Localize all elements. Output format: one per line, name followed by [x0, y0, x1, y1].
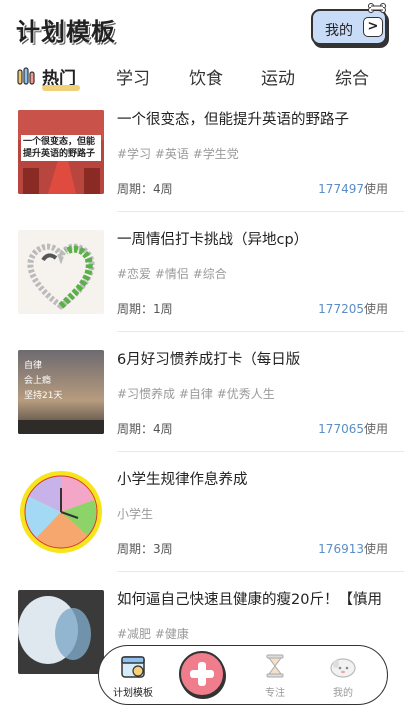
my-button[interactable]: 我的 > — [311, 9, 387, 45]
item-title: 如何逼自己快速且健康的瘦20斤！【慎用 — [117, 592, 382, 608]
tab-sport[interactable]: 运动 — [261, 64, 295, 89]
uses-count: 176913 — [318, 542, 364, 556]
item-uses: 177497使用 — [318, 180, 388, 197]
my-button-label: 我的 — [325, 23, 353, 39]
filter-icon[interactable] — [16, 67, 36, 87]
hourglass-icon — [266, 654, 284, 678]
thumbnail-schedule — [18, 470, 104, 554]
list-item[interactable]: 一个很变态，但能提升英语的野路子 一个很变态，但能提升英语的野路子 #学习 #英… — [0, 100, 404, 220]
uses-suffix: 使用 — [363, 182, 388, 196]
uses-count: 177065 — [318, 422, 364, 436]
divider — [117, 451, 404, 452]
thumbnail-caption: 一个很变态，但能提升英语的野路子 — [21, 135, 101, 161]
item-uses: 177065使用 — [318, 420, 388, 437]
thumbnail-line-1: 自律 — [24, 361, 43, 371]
nav-mine[interactable]: 我的 — [315, 652, 371, 702]
item-period: 周期：3周 — [117, 542, 173, 556]
heart-image — [18, 230, 104, 314]
item-tags: 小学生 — [117, 507, 154, 521]
divider — [117, 331, 404, 332]
plus-icon — [190, 662, 214, 686]
item-tags: #减肥 #健康 — [117, 627, 189, 641]
bone-icon — [368, 3, 386, 13]
calendar-icon — [121, 656, 145, 678]
item-title: 6月好习惯养成打卡（每日版 — [117, 352, 301, 368]
nav-label: 专注 — [265, 688, 285, 699]
blurred-image — [18, 590, 104, 674]
divider — [117, 571, 404, 572]
divider — [117, 211, 404, 212]
thumbnail-english: 一个很变态，但能提升英语的野路子 — [18, 110, 104, 194]
tab-diet[interactable]: 饮食 — [189, 64, 223, 89]
thumbnail-couple — [18, 230, 104, 314]
uses-count: 177205 — [318, 302, 364, 316]
uses-suffix: 使用 — [363, 302, 388, 316]
item-title: 小学生规律作息养成 — [117, 472, 248, 488]
tab-study[interactable]: 学习 — [116, 64, 150, 89]
item-tags: #习惯养成 #自律 #优秀人生 — [117, 387, 275, 401]
thumbnail-line-2: 会上瘾 — [24, 376, 52, 386]
item-uses: 176913使用 — [318, 540, 388, 557]
thumbnail-diet — [18, 590, 104, 674]
item-title: 一周情侣打卡挑战（异地cp） — [117, 232, 309, 248]
category-tabs: 热门 学习 饮食 运动 综合 — [0, 58, 404, 100]
active-tab-indicator — [42, 85, 80, 91]
nav-plan-templates[interactable]: 计划模板 — [105, 652, 161, 702]
item-tags: #学习 #英语 #学生党 — [117, 147, 239, 161]
tab-general[interactable]: 综合 — [335, 64, 369, 89]
thumbnail-habit: 自律 会上瘾 坚持21天 — [18, 350, 104, 434]
bottom-nav: 计划模板 专注 我的 — [98, 645, 388, 705]
clock-schedule-image — [20, 471, 102, 553]
nav-label: 计划模板 — [113, 688, 153, 699]
uses-count: 177497 — [318, 182, 364, 196]
uses-suffix: 使用 — [363, 422, 388, 436]
item-tags: #恋爱 #情侣 #综合 — [117, 267, 227, 281]
item-uses: 177205使用 — [318, 300, 388, 317]
nav-label: 我的 — [333, 688, 353, 699]
list-item[interactable]: 自律 会上瘾 坚持21天 6月好习惯养成打卡（每日版 #习惯养成 #自律 #优秀… — [0, 340, 404, 460]
chevron-right-icon: > — [363, 17, 383, 37]
item-period: 周期：1周 — [117, 302, 173, 316]
add-button[interactable] — [179, 651, 225, 697]
item-title: 一个很变态，但能提升英语的野路子 — [117, 112, 349, 128]
dog-face-icon — [330, 658, 356, 678]
item-period: 周期：4周 — [117, 422, 173, 436]
header: 计划模板 我的 > — [0, 0, 404, 58]
nav-focus[interactable]: 专注 — [247, 652, 303, 702]
thumbnail-line-3: 坚持21天 — [24, 391, 63, 401]
page-title: 计划模板 — [16, 18, 116, 46]
list-item[interactable]: 一周情侣打卡挑战（异地cp） #恋爱 #情侣 #综合 周期：1周 177205使… — [0, 220, 404, 340]
uses-suffix: 使用 — [363, 542, 388, 556]
list-item[interactable]: 小学生规律作息养成 小学生 周期：3周 176913使用 — [0, 460, 404, 580]
item-period: 周期：4周 — [117, 182, 173, 196]
